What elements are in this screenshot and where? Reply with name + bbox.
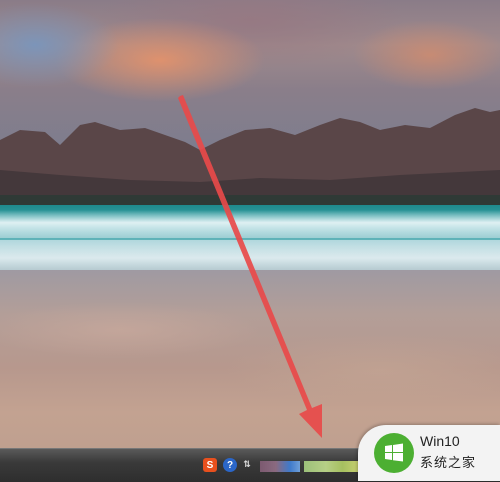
watermark-subtitle: 系统之家: [420, 456, 477, 471]
windows-logo-icon: [374, 433, 414, 473]
watermark-badge: Win10 系统之家: [358, 425, 500, 481]
red-arrow-annotation: [178, 95, 322, 438]
watermark-title: Win10: [420, 433, 460, 449]
